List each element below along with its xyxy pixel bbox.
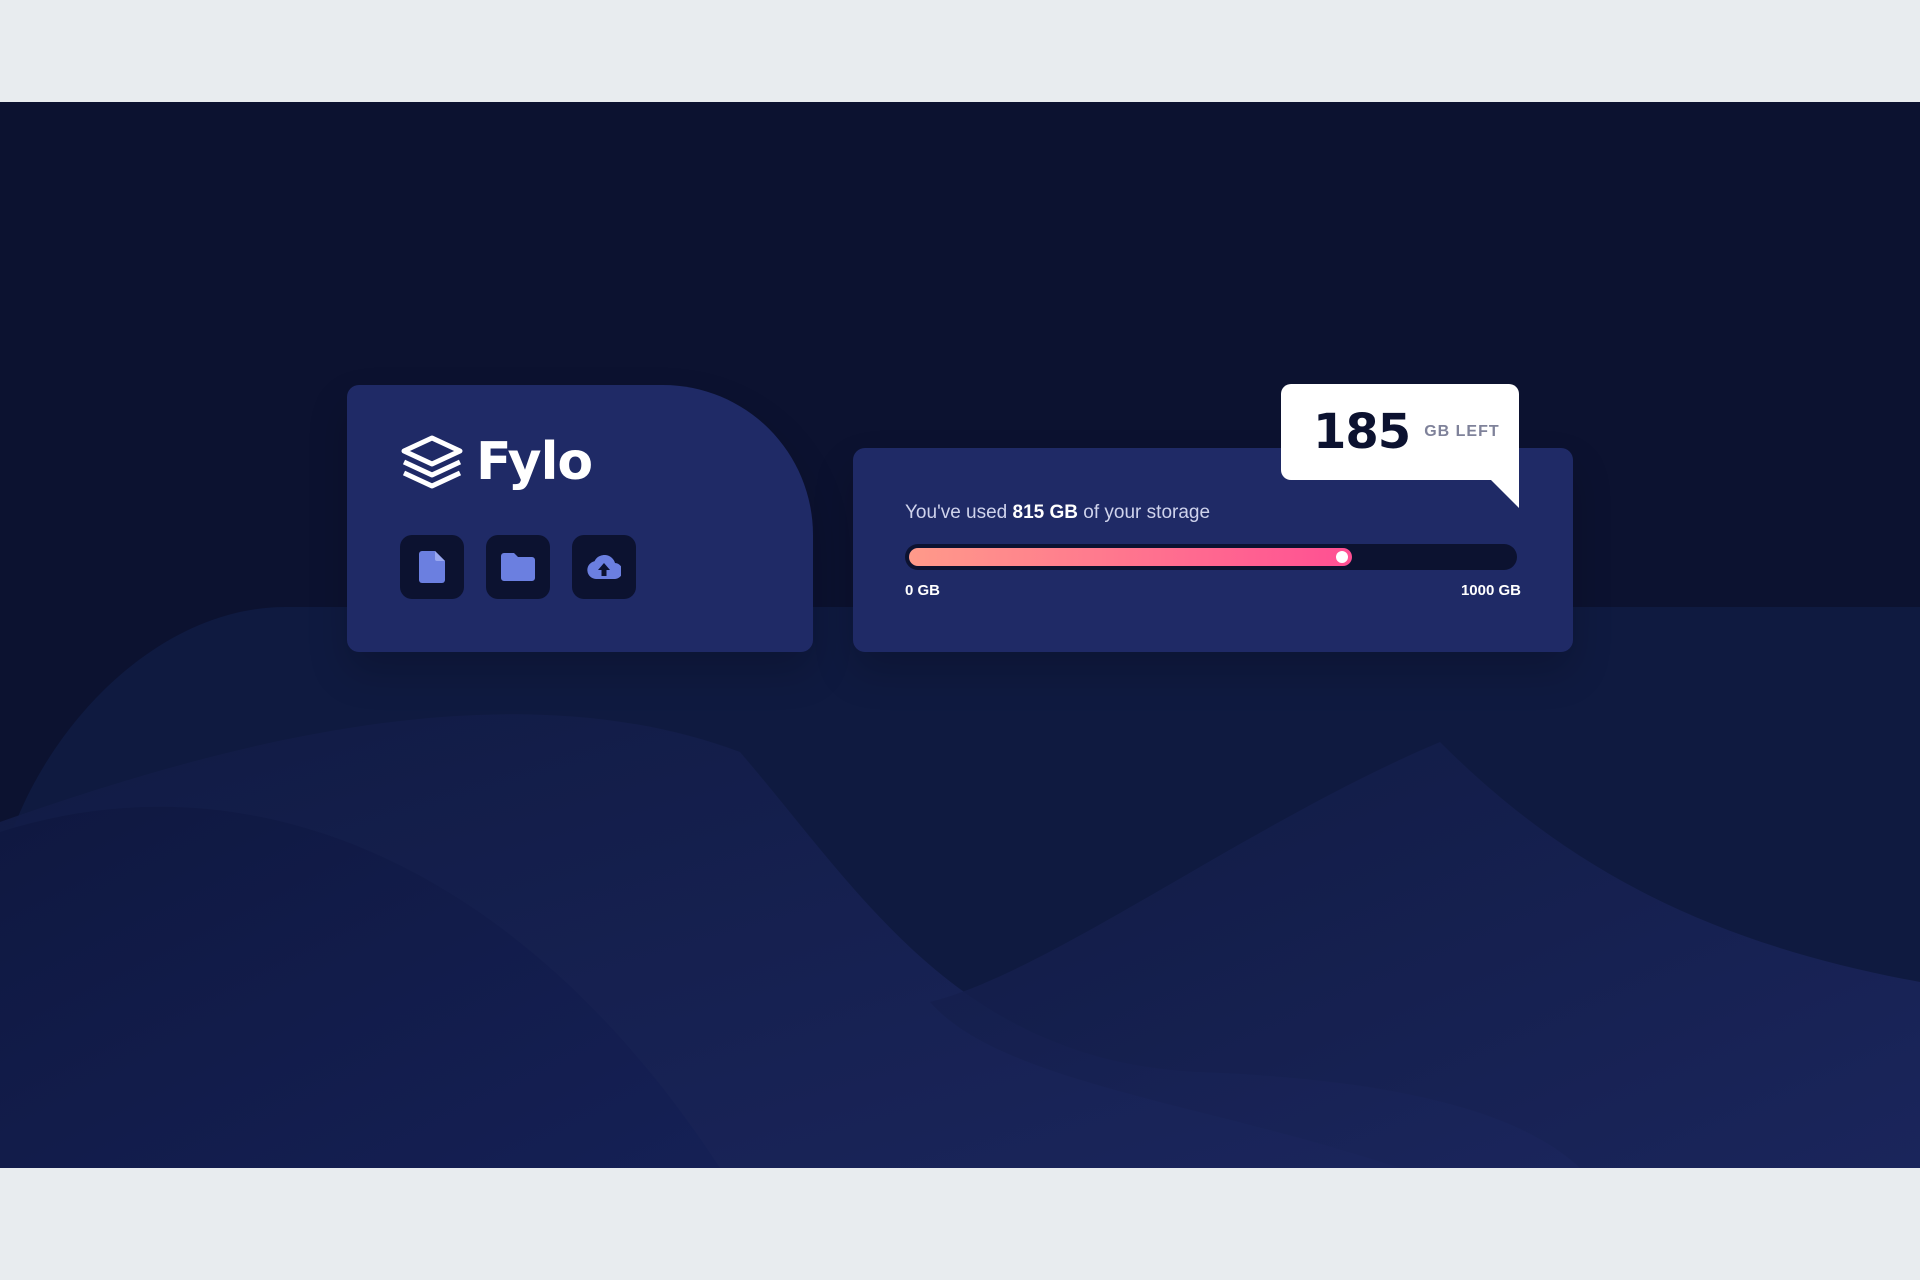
progress-knob bbox=[1336, 551, 1348, 563]
upload-icon bbox=[587, 555, 621, 579]
usage-suffix: of your storage bbox=[1083, 502, 1211, 523]
used-amount: 815 GB bbox=[1012, 502, 1079, 523]
usage-prefix: You've used bbox=[905, 502, 1008, 523]
layers-logo-icon bbox=[401, 435, 463, 489]
document-button[interactable] bbox=[400, 535, 464, 599]
brand-name: Fylo bbox=[476, 432, 593, 492]
max-storage-label: 1000 GB bbox=[1460, 582, 1521, 599]
document-icon bbox=[419, 551, 445, 583]
min-storage-label: 0 GB bbox=[905, 582, 941, 599]
brand-logo: Fylo bbox=[400, 432, 593, 492]
file-actions bbox=[400, 535, 636, 599]
usage-summary: You've used 815 GB of your storage bbox=[905, 502, 1210, 524]
upload-button[interactable] bbox=[572, 535, 636, 599]
folder-icon bbox=[501, 553, 535, 581]
logo-card: Fylo bbox=[347, 385, 813, 652]
remaining-value: 185 bbox=[1313, 404, 1411, 460]
remaining-unit: GB LEFT bbox=[1424, 423, 1500, 440]
remaining-storage-tooltip: 185 GB LEFT bbox=[1281, 384, 1519, 508]
storage-progress-fill bbox=[909, 548, 1352, 566]
storage-progress-bar bbox=[905, 544, 1517, 570]
folder-button[interactable] bbox=[486, 535, 550, 599]
